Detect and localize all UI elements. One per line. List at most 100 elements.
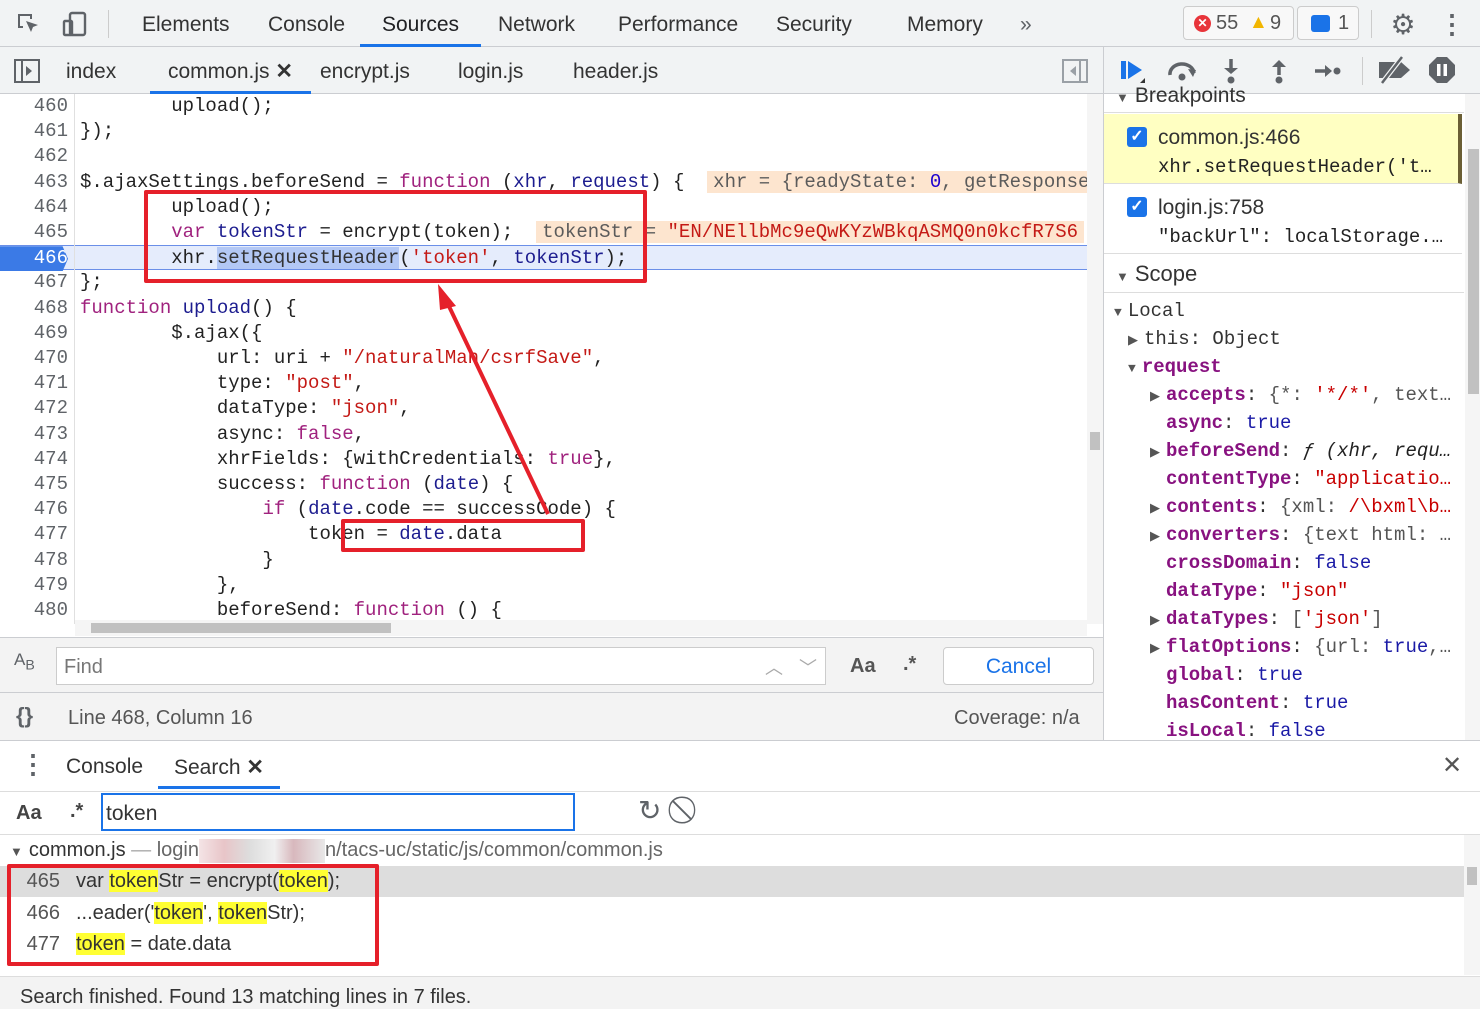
scope-row[interactable]: isLocal: false xyxy=(1166,717,1326,740)
line-number[interactable]: 461 xyxy=(0,119,68,144)
code-line[interactable]: 462 xyxy=(0,144,1087,169)
line-number[interactable]: 462 xyxy=(0,144,68,169)
scope-row[interactable]: ▶ accepts: {*: '*/*', text… xyxy=(1150,381,1451,409)
line-number[interactable]: 473 xyxy=(0,422,68,447)
replace-toggle-icon[interactable]: AB xyxy=(14,650,35,673)
resume-icon[interactable] xyxy=(1118,57,1148,85)
scope-row[interactable]: ▶ converters: {text html: … xyxy=(1150,521,1451,549)
find-cancel-button[interactable]: Cancel xyxy=(943,647,1094,685)
scope-row[interactable]: contentType: "applicatio… xyxy=(1166,465,1451,493)
code-line[interactable]: 472 dataType: "json", xyxy=(0,396,1087,421)
find-previous-icon[interactable]: ︿ xyxy=(765,654,783,680)
toggle-debugger-icon[interactable] xyxy=(1062,59,1088,83)
regex-toggle[interactable]: .* xyxy=(903,653,916,676)
breakpoint-item[interactable]: ✓ login.js:758 "backUrl": localStorage.… xyxy=(1104,184,1462,254)
line-number[interactable]: 469 xyxy=(0,321,68,346)
close-tab-icon[interactable]: ✕ xyxy=(275,60,293,83)
editor-vertical-scrollbar[interactable] xyxy=(1087,94,1103,624)
step-into-icon[interactable] xyxy=(1218,57,1244,85)
collapsed-triangle-icon[interactable]: ▶ xyxy=(1150,445,1160,460)
scope-row[interactable]: ▼ Local xyxy=(1114,297,1185,325)
scope-row[interactable]: crossDomain: false xyxy=(1166,549,1371,577)
match-case-toggle[interactable]: Aa xyxy=(850,655,876,678)
drawer-tab-search[interactable]: Search ✕ xyxy=(158,741,280,789)
pause-on-exceptions-icon[interactable] xyxy=(1428,56,1456,84)
issues-counter[interactable]: ✕ 55 ▲ 9 xyxy=(1183,6,1294,40)
search-match-case-toggle[interactable]: Aa xyxy=(16,802,42,825)
scope-row[interactable]: dataType: "json" xyxy=(1166,577,1348,605)
tab-console[interactable]: Console xyxy=(266,0,347,47)
code-line[interactable]: 469 $.ajax({ xyxy=(0,321,1087,346)
line-number[interactable]: 465 xyxy=(0,220,68,245)
inspect-element-icon[interactable] xyxy=(14,10,42,38)
messages-counter[interactable]: 1 xyxy=(1297,6,1359,40)
breakpoint-item[interactable]: ✓ common.js:466 xhr.setRequestHeader('t… xyxy=(1104,114,1462,184)
search-result-file[interactable]: ▼ common.js — login n/tacs-uc/static/js/co… xyxy=(0,835,663,865)
device-toolbar-icon[interactable] xyxy=(60,10,90,38)
line-number[interactable]: 466 xyxy=(0,246,68,272)
scope-row[interactable]: ▶ contents: {xml: /\bxml\b… xyxy=(1150,493,1451,521)
scope-row[interactable]: ▶ beforeSend: ƒ (xhr, requ… xyxy=(1150,437,1451,465)
line-number[interactable]: 472 xyxy=(0,396,68,421)
code-line[interactable]: 460 upload(); xyxy=(0,94,1087,119)
sidebar-scrollbar[interactable] xyxy=(1465,94,1480,740)
tab-performance[interactable]: Performance xyxy=(616,0,740,47)
collapsed-triangle-icon[interactable]: ▶ xyxy=(1150,641,1160,656)
line-number[interactable]: 479 xyxy=(0,573,68,598)
line-number[interactable]: 476 xyxy=(0,497,68,522)
breakpoint-checkbox[interactable]: ✓ xyxy=(1127,127,1147,147)
scope-row[interactable]: async: true xyxy=(1166,409,1291,437)
close-tab-icon[interactable]: ✕ xyxy=(246,756,264,779)
line-number[interactable]: 467 xyxy=(0,270,68,295)
line-number[interactable]: 474 xyxy=(0,447,68,472)
search-regex-toggle[interactable]: .* xyxy=(70,800,83,823)
file-tab-common-js[interactable]: common.js ✕ xyxy=(150,47,311,94)
collapsed-triangle-icon[interactable]: ▶ xyxy=(1150,613,1160,628)
more-options-icon[interactable]: ⋮ xyxy=(1439,9,1465,39)
step-over-icon[interactable] xyxy=(1166,57,1200,85)
code-line[interactable]: 474 xhrFields: {withCredentials: true}, xyxy=(0,447,1087,472)
find-input[interactable]: Find ︿ ﹀ xyxy=(56,647,826,685)
expanded-triangle-icon[interactable]: ▼ xyxy=(1114,305,1122,320)
settings-gear-icon[interactable]: ⚙ xyxy=(1388,9,1418,40)
code-line[interactable]: 475 success: function (date) { xyxy=(0,472,1087,497)
close-drawer-icon[interactable]: ✕ xyxy=(1442,751,1462,780)
line-number[interactable]: 477 xyxy=(0,522,68,547)
results-scrollbar[interactable] xyxy=(1464,835,1480,975)
file-tab-encrypt-js[interactable]: encrypt.js xyxy=(320,47,410,94)
scope-row[interactable]: global: true xyxy=(1166,661,1303,689)
code-line[interactable]: 468 function upload() { xyxy=(0,296,1087,321)
find-next-icon[interactable]: ﹀ xyxy=(799,654,817,680)
scope-row[interactable]: hasContent: true xyxy=(1166,689,1348,717)
line-number[interactable]: 475 xyxy=(0,472,68,497)
line-number[interactable]: 478 xyxy=(0,548,68,573)
scope-row[interactable]: ▶ flatOptions: {url: true,… xyxy=(1150,633,1451,661)
code-line[interactable]: 470 url: uri + "/naturalMan/csrfSave", xyxy=(0,346,1087,371)
collapsed-triangle-icon[interactable]: ▶ xyxy=(1128,333,1138,348)
file-tab-login-js[interactable]: login.js xyxy=(458,47,523,94)
expanded-triangle-icon[interactable]: ▼ xyxy=(1128,361,1136,376)
step-out-icon[interactable] xyxy=(1266,57,1292,85)
code-line[interactable]: 479 }, xyxy=(0,573,1087,598)
search-input[interactable]: token xyxy=(101,793,575,831)
deactivate-breakpoints-icon[interactable] xyxy=(1376,55,1412,85)
breakpoints-header[interactable]: ▼ Breakpoints xyxy=(1104,85,1464,113)
collapsed-triangle-icon[interactable]: ▶ xyxy=(1150,529,1160,544)
collapsed-triangle-icon[interactable]: ▶ xyxy=(1150,501,1160,516)
more-tabs-button[interactable]: » xyxy=(1018,0,1034,47)
step-icon[interactable] xyxy=(1312,57,1342,85)
tab-network[interactable]: Network xyxy=(496,0,577,47)
code-line[interactable]: 471 type: "post", xyxy=(0,371,1087,396)
line-number[interactable]: 464 xyxy=(0,195,68,220)
tab-memory[interactable]: Memory xyxy=(905,0,985,47)
scope-header[interactable]: ▼ Scope xyxy=(1104,259,1464,293)
editor-horizontal-scrollbar[interactable] xyxy=(75,620,1087,636)
scope-row[interactable]: ▶ dataTypes: ['json'] xyxy=(1150,605,1383,633)
line-number[interactable]: 460 xyxy=(0,94,68,119)
file-tab-header-js[interactable]: header.js xyxy=(573,47,658,94)
drawer-menu-icon[interactable]: ⋮ xyxy=(20,749,46,780)
scope-row[interactable]: ▶ this: Object xyxy=(1128,325,1281,353)
line-number[interactable]: 481 xyxy=(0,623,68,624)
collapsed-triangle-icon[interactable]: ▶ xyxy=(1150,389,1160,404)
code-line[interactable]: 461}); xyxy=(0,119,1087,144)
